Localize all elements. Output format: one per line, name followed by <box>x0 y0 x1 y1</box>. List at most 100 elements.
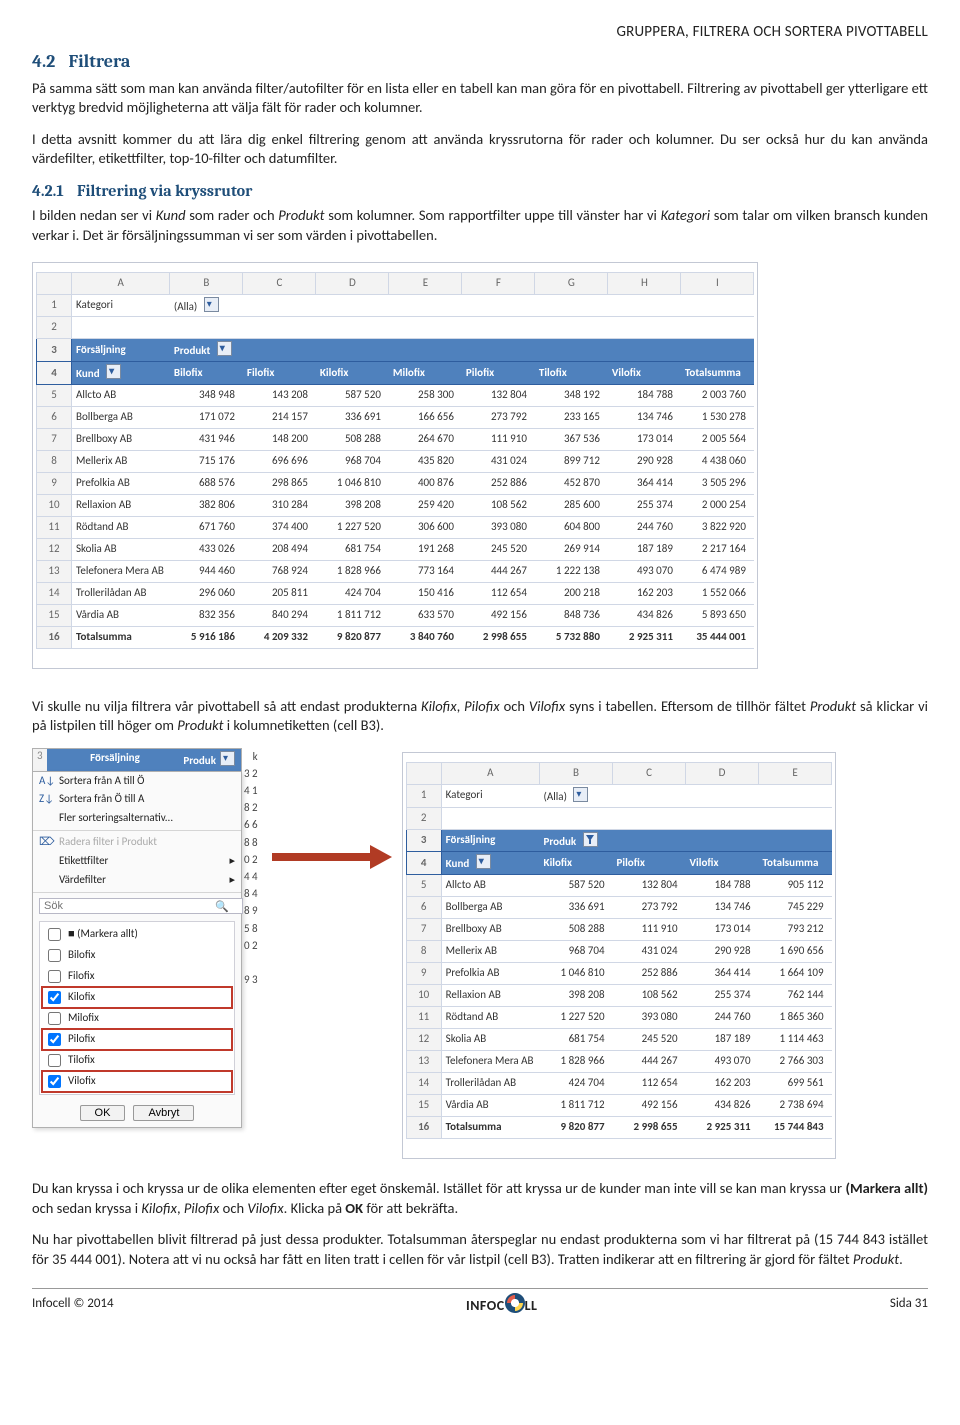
footer-right: Sida 31 <box>890 1295 928 1313</box>
filter-checkbox-list: ■ (Markera allt) Bilofix Filofix Kilofix Mil… <box>39 921 235 1095</box>
dropdown-icon[interactable] <box>573 787 588 802</box>
option-label: Tilofix <box>68 1053 95 1068</box>
italic-text: Produkt <box>810 697 856 715</box>
checkbox[interactable] <box>48 1033 61 1046</box>
checkbox[interactable] <box>48 991 61 1004</box>
option-label: Milofix <box>68 1011 99 1026</box>
paragraph: I detta avsnitt kommer du att lära dig e… <box>32 130 928 169</box>
dropdown-icon[interactable] <box>217 341 232 356</box>
text: som kolumner. Som rapportfilter uppe til… <box>324 206 660 224</box>
menu-item-more-sort[interactable]: Fler sorteringsalternativ... <box>33 809 241 828</box>
filter-search-input[interactable] <box>39 898 243 914</box>
checkbox[interactable] <box>48 1075 61 1088</box>
menu-item-sort-az[interactable]: A↓ Sortera från A till Ö <box>33 772 241 791</box>
filter-option[interactable]: Milofix <box>42 1008 232 1029</box>
filter-option[interactable]: Vilofix <box>42 1071 232 1092</box>
menu-label: Sortera från A till Ö <box>59 774 144 789</box>
checkbox[interactable] <box>48 1012 61 1025</box>
dropdown-icon[interactable] <box>220 751 235 766</box>
bold-text: (Markera allt) <box>845 1179 928 1197</box>
option-label: Bilofix <box>68 948 95 963</box>
dropdown-icon[interactable] <box>476 854 491 869</box>
menu-item-sort-za[interactable]: Z↓ Sortera från Ö till A <box>33 790 241 809</box>
italic-text: Produkt <box>177 716 223 734</box>
sort-az-icon: A↓ <box>39 774 53 789</box>
menu-label: Fler sorteringsalternativ... <box>59 811 173 826</box>
text: Vi skulle nu vilja filtrera vår pivottab… <box>32 697 421 715</box>
text: i kolumnetiketten <box>224 716 333 734</box>
paragraph: Vi skulle nu vilja filtrera vår pivottab… <box>32 697 928 736</box>
filter-menu: A↓ Sortera från A till Ö Z↓ Sortera från Ö… <box>32 771 242 1128</box>
section-title: Filtrera <box>69 51 131 72</box>
dropdown-icon[interactable] <box>106 364 121 379</box>
text: för att bekräfta. <box>363 1199 458 1217</box>
section-number: 4.2 <box>32 51 55 72</box>
italic-text: Produkt <box>278 206 324 224</box>
paragraph: Nu har pivottabellen blivit filtrerad på… <box>32 1230 928 1269</box>
checkbox[interactable] <box>48 970 61 983</box>
filter-funnel-icon[interactable] <box>583 832 598 847</box>
italic-text: Produkt <box>853 1250 899 1268</box>
italic-text: Kund <box>156 206 186 224</box>
section-heading: 4.2 Filtrera <box>32 50 928 74</box>
checkbox[interactable] <box>48 928 61 941</box>
pivot-table-2: ABCDE1Kategori(Alla) 23FörsäljningProduk… <box>406 762 832 1140</box>
filter-option[interactable]: Filofix <box>42 966 232 987</box>
ok-button[interactable]: OK <box>80 1105 126 1121</box>
text: I bilden nedan ser vi <box>32 206 156 224</box>
logo-ring-icon <box>505 1293 525 1313</box>
subsection-title: Filtrering via kryssrutor <box>77 182 252 200</box>
paragraph: I bilden nedan ser vi Kund som rader och… <box>32 206 928 245</box>
chevron-right-icon: ▸ <box>229 854 235 869</box>
paragraph: På samma sätt som man kan använda filter… <box>32 79 928 118</box>
cancel-button[interactable]: Avbryt <box>133 1105 194 1121</box>
option-label: Kilofix <box>68 990 95 1005</box>
text: Du kan kryssa i och kryssa ur de olika e… <box>32 1179 845 1197</box>
checkbox[interactable] <box>48 949 61 962</box>
checkbox[interactable] <box>48 1054 61 1067</box>
menu-item-clear-filter: ⌦ Radera filter i Produkt <box>33 833 241 852</box>
search-icon: 🔍 <box>215 900 229 915</box>
menu-item-label-filter[interactable]: Etikettfilter ▸ <box>33 852 241 871</box>
menu-label: Värdefilter <box>59 873 106 888</box>
pivot-table-1: ABCDEFGHI1Kategori(Alla) 23FörsäljningPr… <box>36 272 754 650</box>
italic-text: Vilofix <box>529 697 565 715</box>
italic-text: Kilofix <box>141 1199 177 1217</box>
menu-label: Sortera från Ö till A <box>59 792 144 807</box>
paragraph: Du kan kryssa i och kryssa ur de olika e… <box>32 1179 928 1218</box>
filter-option[interactable]: Bilofix <box>42 945 232 966</box>
text: syns i tabellen. Eftersom de tillhör fäl… <box>565 697 810 715</box>
menu-label: Radera filter i Produkt <box>59 835 157 850</box>
row-number: 3 <box>33 749 47 771</box>
menu-label: Etikettfilter <box>59 854 108 869</box>
filter-option[interactable]: Pilofix <box>42 1029 232 1050</box>
page-footer: Infocell © 2014 INFOCLL Sida 31 <box>32 1288 928 1316</box>
figure-row: 3 Försäljning Produk A↓Sortera från A ti… <box>32 748 928 1160</box>
menu-item-value-filter[interactable]: Värdefilter ▸ <box>33 871 241 890</box>
option-label: Pilofix <box>68 1032 95 1047</box>
italic-text: Pilofix <box>184 1199 220 1217</box>
clear-filter-icon: ⌦ <box>39 835 53 850</box>
subsection-heading: 4.2.1 Filtrering via kryssrutor <box>32 181 928 203</box>
text: Nu har pivottabellen blivit filtrerad på… <box>32 1230 928 1268</box>
footer-left: Infocell © 2014 <box>32 1295 114 1313</box>
text: som rader och <box>186 206 279 224</box>
page-header: GRUPPERA, FILTRERA OCH SORTERA PIVOTTABE… <box>32 22 928 42</box>
arrow-icon <box>272 846 392 866</box>
sort-za-icon: Z↓ <box>39 792 53 807</box>
filter-option[interactable]: Tilofix <box>42 1050 232 1071</box>
text: och sedan kryssa i <box>32 1199 141 1217</box>
subsection-number: 4.2.1 <box>32 182 64 200</box>
filter-option[interactable]: Kilofix <box>42 987 232 1008</box>
cell-label: Försäljning <box>90 751 140 769</box>
pivot-screenshot-1: ABCDEFGHI1Kategori(Alla) 23FörsäljningPr… <box>32 262 758 670</box>
italic-text: Vilofix <box>247 1199 283 1217</box>
italic-text: Pilofix <box>464 697 500 715</box>
dropdown-icon[interactable] <box>204 297 219 312</box>
bold-text: OK <box>345 1199 363 1217</box>
chevron-right-icon: ▸ <box>229 873 235 888</box>
filter-option[interactable]: ■ (Markera allt) <box>42 924 232 945</box>
text: . Klicka på <box>284 1199 346 1217</box>
text: (cell B3) <box>333 716 380 734</box>
pivot-screenshot-2: ABCDE1Kategori(Alla) 23FörsäljningProduk… <box>402 752 836 1160</box>
